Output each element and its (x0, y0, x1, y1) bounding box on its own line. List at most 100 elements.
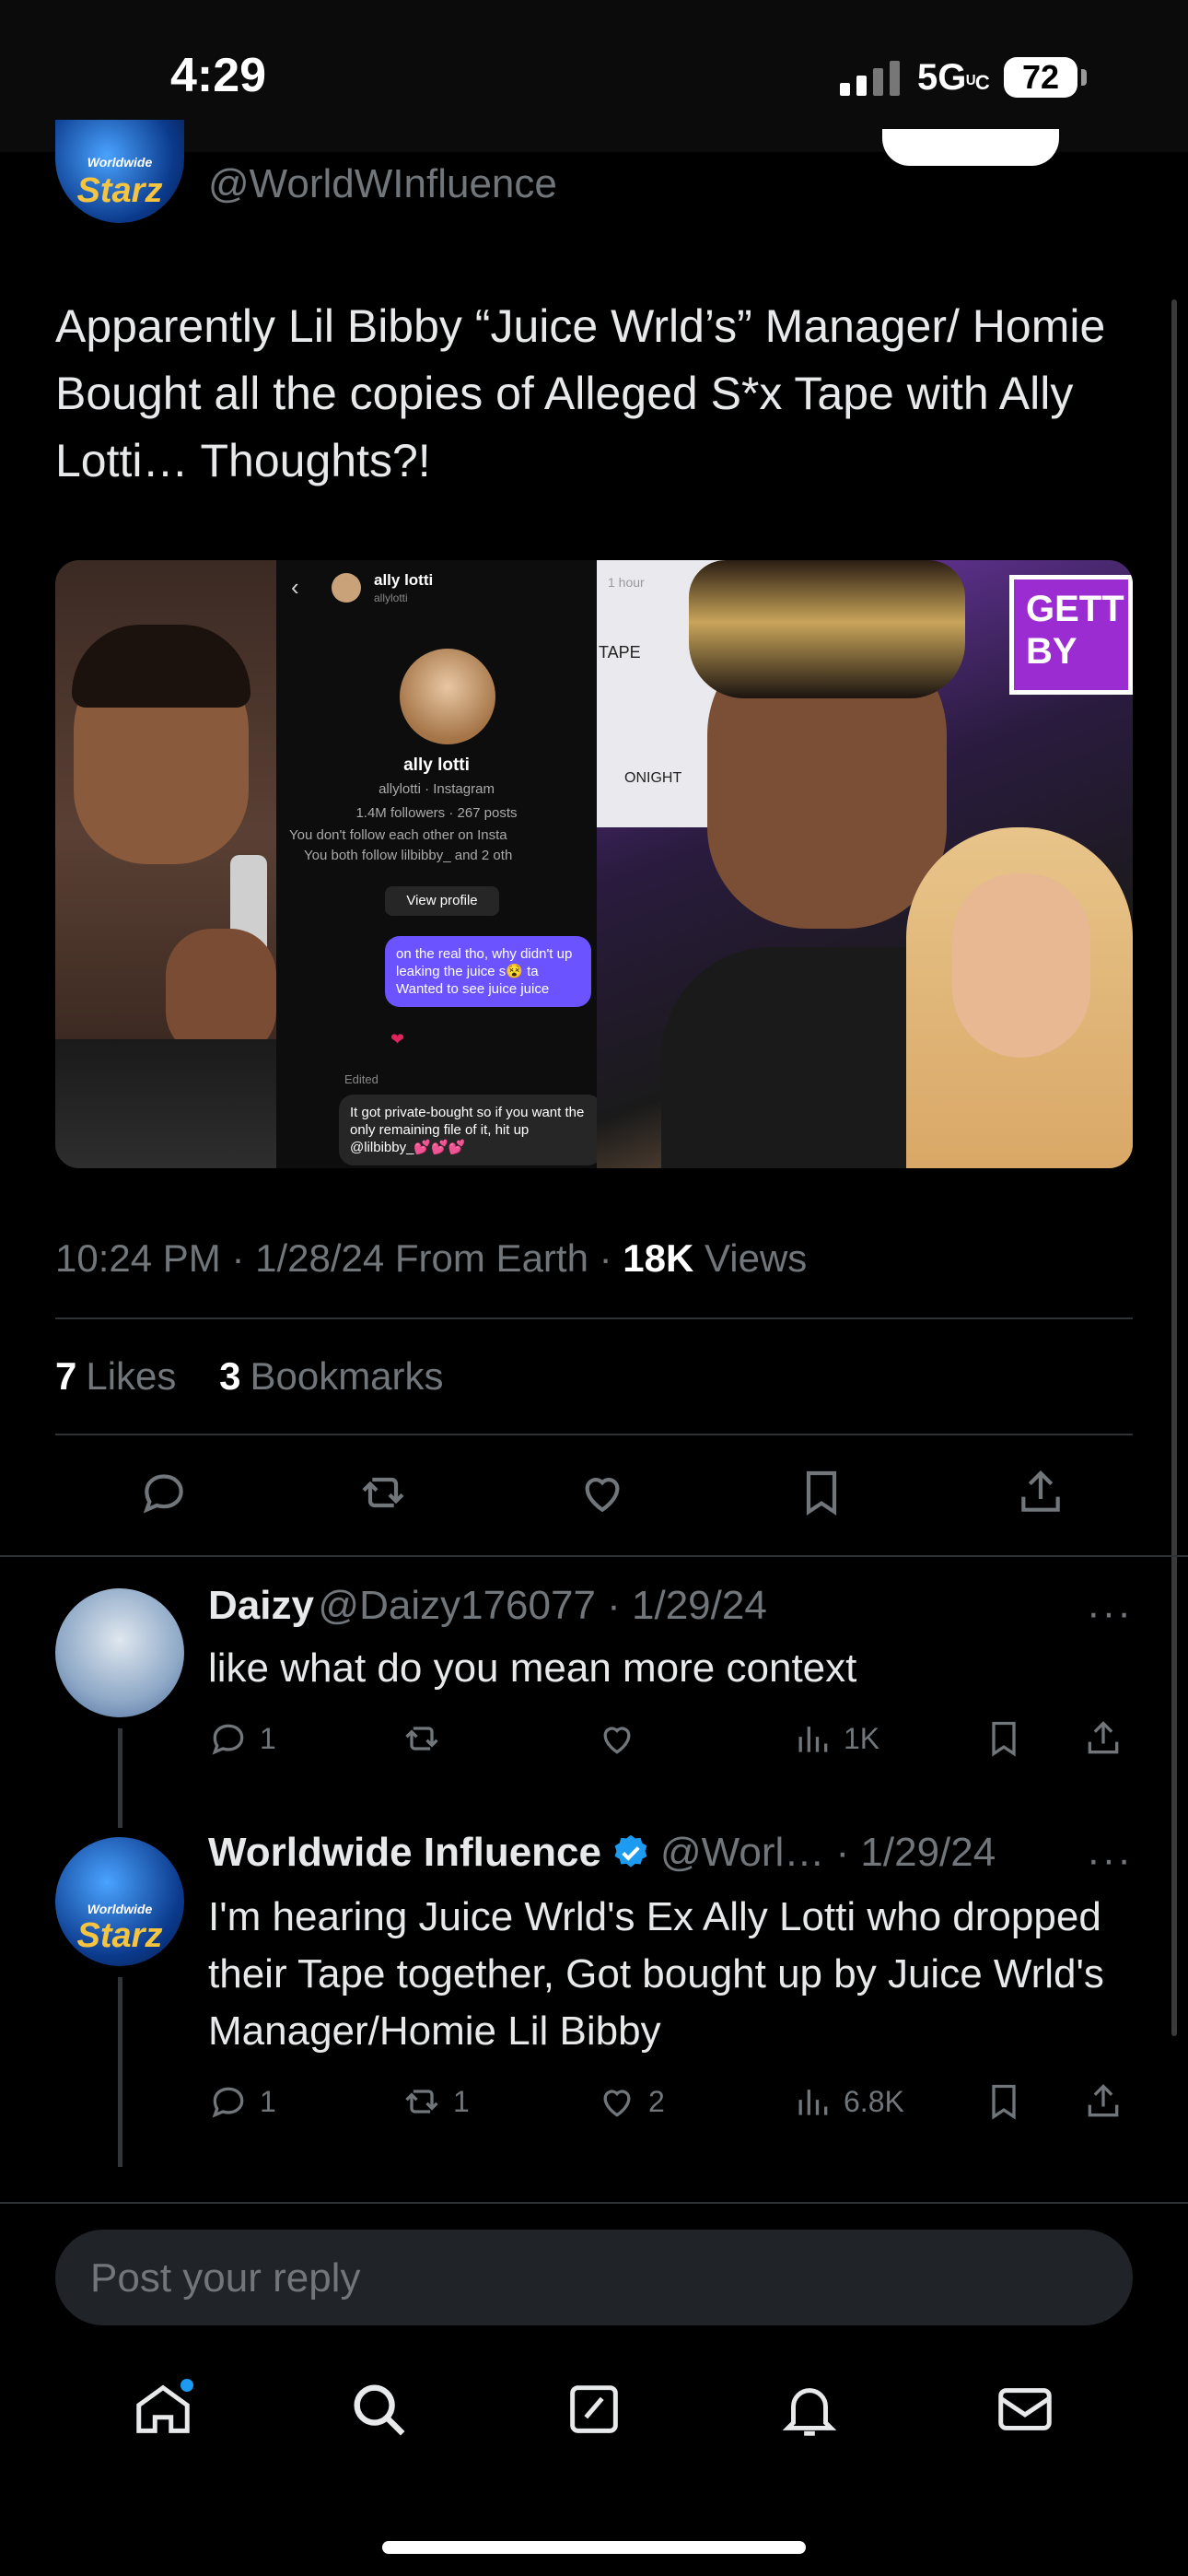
views-icon[interactable]: 1K (792, 1718, 879, 1759)
woman-face (952, 873, 1090, 1058)
reply-input[interactable]: Post your reply (55, 2230, 1133, 2325)
reply-count: 1 (260, 2084, 276, 2118)
views-label: Views (693, 1236, 808, 1280)
avatar-text-top: Worldwide (87, 155, 153, 170)
bookmark-icon[interactable] (984, 2081, 1024, 2122)
thread-line (118, 1977, 122, 2167)
reply-text: I'm hearing Juice Wrld's Ex Ally Lotti w… (208, 1894, 1104, 2054)
avatar-text-top: Worldwide (87, 1902, 153, 1916)
profile-name: ally lotti (403, 755, 470, 775)
tweet-media[interactable]: ‹ ally lotti allylotti ally lotti allylo… (55, 560, 1133, 1168)
bookmarks-stat[interactable]: 3 Bookmarks (219, 1354, 443, 1398)
avatar-text-main: Starz (76, 171, 163, 210)
tab-bar (0, 2377, 1188, 2446)
tweet-meta: 10:24 PM · 1/28/24 From Earth · 18K View… (55, 1236, 807, 1281)
like-icon[interactable] (575, 1465, 630, 1520)
profile-stats: 1.4M followers · 267 posts (355, 805, 518, 821)
like-icon[interactable]: 2 (597, 2081, 665, 2122)
media-dm-screenshot: ‹ ally lotti allylotti ally lotti allylo… (276, 560, 602, 1168)
reply-author-name[interactable]: Daizy (208, 1583, 314, 1628)
dm-back-icon: ‹ (291, 573, 299, 601)
like-count: 2 (648, 2084, 665, 2118)
home-badge (181, 2379, 193, 2392)
views-count: 6.8K (844, 2084, 904, 2118)
overlay-tape: TAPE (599, 643, 641, 662)
battery-icon: 72 (1004, 57, 1077, 98)
reply-count: 1 (260, 1721, 276, 1755)
status-time: 4:29 (170, 49, 267, 102)
retweet-icon[interactable]: 1 (402, 2081, 470, 2122)
dm-message-1: on the real tho, why didn't up leaking t… (385, 936, 591, 1007)
reply-author-name[interactable]: Worldwide Influence (208, 1830, 601, 1876)
bookmark-icon[interactable] (984, 1718, 1024, 1759)
view-profile-button: View profile (385, 886, 499, 916)
profile-note-2: You both follow lilbibby_ and 2 oth (304, 848, 513, 863)
retweet-icon[interactable] (402, 1718, 453, 1759)
views-icon[interactable]: 6.8K (792, 2081, 904, 2122)
reply-avatar[interactable] (55, 1588, 184, 1717)
bookmark-icon[interactable] (794, 1465, 849, 1520)
divider (0, 1555, 1188, 1557)
tweet-timestamp: 10:24 PM · 1/28/24 From Earth · (55, 1236, 623, 1280)
messages-icon[interactable] (993, 2377, 1057, 2446)
man-hair (689, 560, 965, 698)
chain-shape (55, 1039, 276, 1168)
like-icon[interactable] (597, 1718, 648, 1759)
dm-name: ally lotti (374, 571, 434, 589)
reply-placeholder: Post your reply (90, 2255, 361, 2301)
home-indicator[interactable] (382, 2541, 806, 2554)
reply-handle-date: @Daizy176077 · 1/29/24 (318, 1583, 767, 1628)
person-hair (72, 625, 250, 708)
media-photo-left (55, 560, 276, 1168)
reply-header: Daizy @Daizy176077 · 1/29/24 (208, 1583, 767, 1629)
thumbnail-label: 1 hour (608, 575, 645, 590)
reply-text: like what do you mean more context (208, 1645, 857, 1691)
avatar-text-main: Starz (76, 1916, 163, 1955)
author-handle[interactable]: @WorldWInfluence (208, 161, 557, 207)
tweet-actions (55, 1465, 1133, 1520)
reply-avatar[interactable]: Worldwide Starz (55, 1837, 184, 1966)
author-avatar[interactable]: Worldwide Starz (55, 120, 184, 223)
search-icon[interactable] (346, 2377, 411, 2446)
reply-icon[interactable]: 1 (208, 2081, 276, 2122)
media-photo-right: 1 hour TAPE ONIGHT GETT BY (597, 560, 1133, 1168)
tweet-text: Apparently Lil Bibby “Juice Wrld’s” Mana… (55, 300, 1106, 486)
more-icon[interactable]: ··· (1087, 1837, 1133, 1883)
retweet-icon[interactable] (355, 1465, 411, 1520)
reply-icon[interactable]: 1 (208, 1718, 276, 1759)
views-count: 1K (844, 1721, 880, 1755)
overlay-night: ONIGHT (624, 770, 682, 786)
more-icon[interactable]: ··· (1087, 1590, 1133, 1636)
dm-heart-icon: ❤ (390, 1030, 405, 1048)
retweet-count: 1 (453, 2084, 470, 2118)
profile-note-1: You don't follow each other on Insta (289, 827, 507, 843)
follow-button[interactable] (882, 129, 1059, 166)
profile-photo (400, 649, 495, 744)
profile-sub: allylotti · Instagram (379, 781, 495, 797)
hand-shape (166, 929, 276, 1058)
home-icon[interactable] (131, 2377, 195, 2446)
signal-icon (840, 61, 900, 96)
thread-line (118, 1728, 122, 1828)
reply-icon[interactable] (136, 1465, 192, 1520)
dm-handle: allylotti (374, 591, 408, 604)
divider (55, 1434, 1133, 1435)
divider (55, 1317, 1133, 1319)
likes-stat[interactable]: 7 Likes (55, 1354, 176, 1398)
reply-header: Worldwide Influence @Worl… · 1/29/24 (208, 1830, 996, 1876)
battery-tip (1081, 69, 1087, 86)
notifications-icon[interactable] (777, 2377, 842, 2446)
banner-text: GETT BY (1026, 589, 1124, 672)
tweet-stats: 7 Likes 3 Bookmarks (55, 1354, 444, 1399)
dm-message-2: It got private-bought so if you want the… (339, 1095, 602, 1165)
compose-icon[interactable] (562, 2377, 626, 2446)
share-icon[interactable] (1083, 2081, 1124, 2122)
dm-avatar (332, 573, 361, 603)
reply-actions: 1 1K (208, 1715, 1133, 1762)
scrollbar[interactable] (1171, 299, 1177, 2036)
reply-actions: 1 1 2 6.8K (208, 2078, 1133, 2125)
share-icon[interactable] (1013, 1465, 1068, 1520)
verified-icon (611, 1832, 651, 1873)
network-label: 5GᵁC (917, 57, 990, 98)
share-icon[interactable] (1083, 1718, 1124, 1759)
